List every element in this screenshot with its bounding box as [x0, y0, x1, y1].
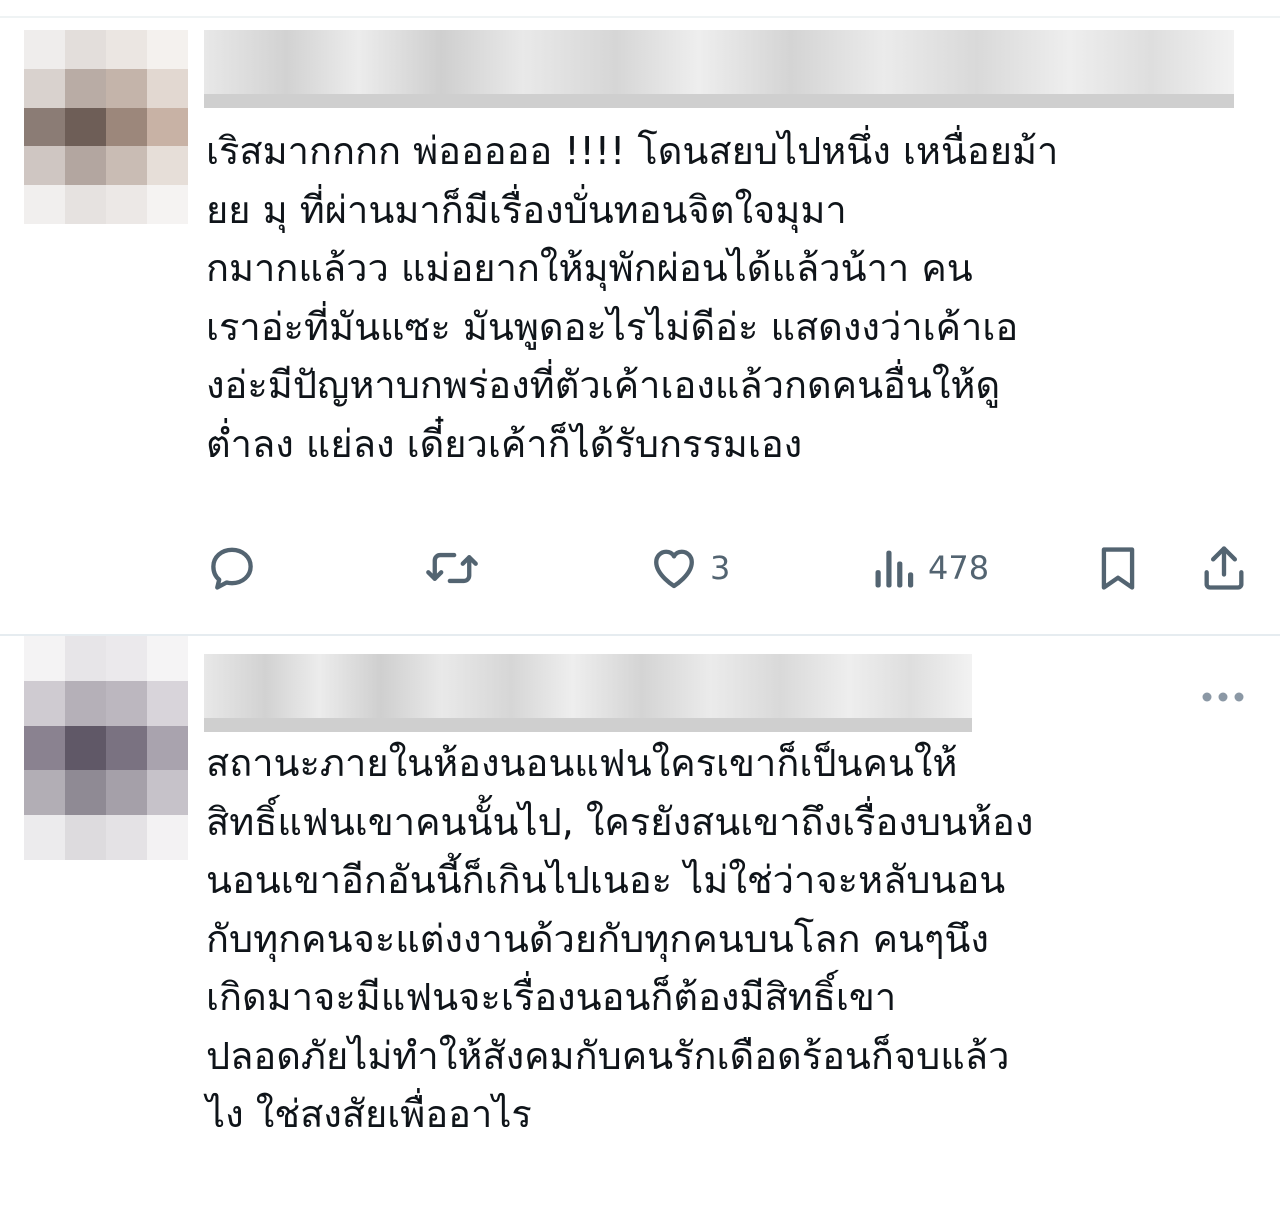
avatar-pixelated: [24, 30, 188, 224]
reply-icon: [211, 547, 253, 590]
like-count: 3: [710, 549, 731, 587]
post-actions: 3 478: [206, 538, 1251, 598]
like-button[interactable]: 3: [648, 538, 730, 598]
avatar-pixelated: [24, 636, 188, 860]
avatar[interactable]: [24, 30, 188, 224]
bookmark-icon: [1101, 547, 1135, 590]
views-bar-chart-icon: [875, 550, 914, 588]
bookmark-button[interactable]: [1092, 538, 1144, 598]
post-text: เริสมากกกก พ่อออออ !!!! โดนสยบไปหนึ่ง เห…: [206, 129, 1059, 466]
views-button[interactable]: 478: [872, 538, 989, 598]
repost-icon: [426, 552, 478, 584]
more-horizontal-icon: [1202, 692, 1244, 702]
more-options-button[interactable]: [1198, 682, 1248, 712]
share-icon: [1204, 546, 1244, 590]
heart-icon: [654, 549, 694, 589]
views-count: 478: [928, 549, 990, 587]
reply-button[interactable]: [206, 538, 258, 598]
post[interactable]: สถานะภายในห้องนอนแฟนใครเขาก็เป็นคนให้ สิ…: [0, 636, 1280, 1215]
author-name-blurred[interactable]: [204, 654, 972, 732]
author-name-blurred[interactable]: [204, 30, 1234, 108]
post-text: สถานะภายในห้องนอนแฟนใครเขาก็เป็นคนให้ สิ…: [206, 741, 1034, 1136]
avatar[interactable]: [24, 636, 188, 860]
repost-button[interactable]: [424, 538, 480, 598]
post[interactable]: เริสมากกกก พ่อออออ !!!! โดนสยบไปหนึ่ง เห…: [0, 18, 1280, 634]
share-button[interactable]: [1198, 538, 1250, 598]
